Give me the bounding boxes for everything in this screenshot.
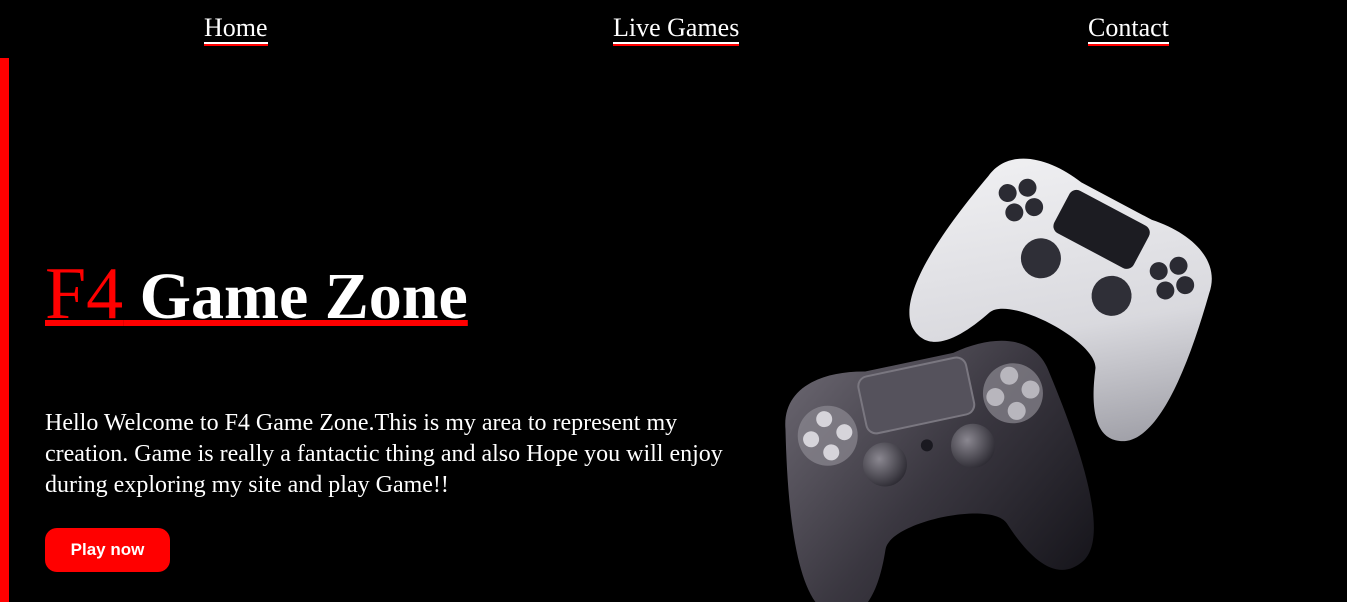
- top-nav: Home Live Games Contact: [0, 0, 1347, 58]
- nav-link-contact-label: Contact: [1088, 13, 1169, 44]
- accent-side-bar: [0, 58, 9, 602]
- hero-title: F4 Game Zone: [45, 254, 468, 337]
- hero-title-rest: Game Zone: [123, 260, 468, 333]
- nav-link-home-label: Home: [204, 13, 268, 44]
- nav-link-live-games-label: Live Games: [613, 13, 740, 44]
- nav-link-home[interactable]: Home: [204, 13, 268, 44]
- play-now-button[interactable]: Play now: [45, 528, 170, 572]
- nav-link-contact[interactable]: Contact: [1088, 13, 1169, 44]
- hero-title-prefix: F4: [45, 253, 124, 335]
- black-controller: [785, 340, 1094, 602]
- nav-link-live-games[interactable]: Live Games: [613, 13, 740, 44]
- game-controllers-image: [785, 158, 1212, 602]
- hero-description: Hello Welcome to F4 Game Zone.This is my…: [45, 410, 723, 498]
- hero-title-underline-wrap: F4 Game Zone: [45, 254, 468, 334]
- page: Home Live Games Contact F4 Game Zone Hel…: [0, 0, 1347, 602]
